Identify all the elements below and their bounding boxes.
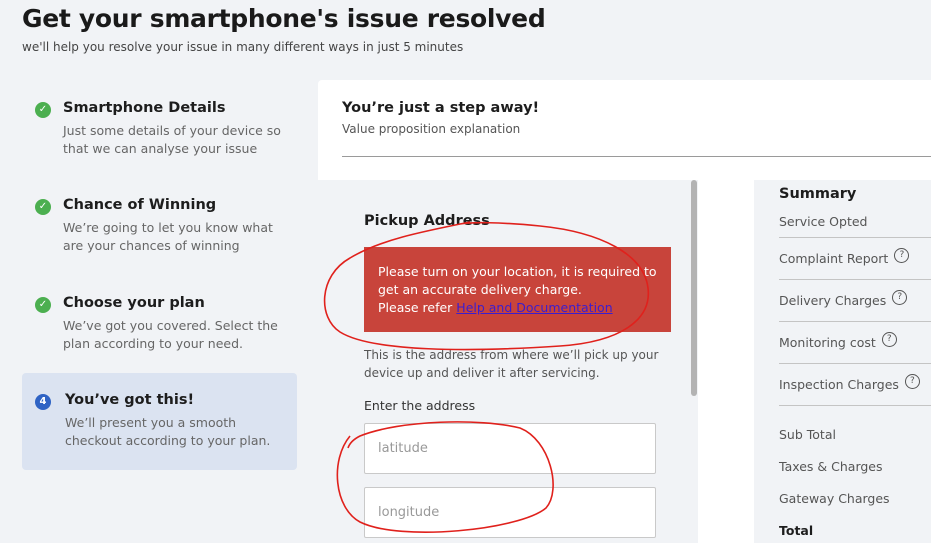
step-title: Smartphone Details	[63, 100, 226, 116]
page-title: Get your smartphone's issue resolved	[22, 4, 546, 33]
summary-title: Summary	[779, 186, 857, 202]
address-description: This is the address from where we’ll pic…	[364, 348, 659, 380]
summary-row-total: Total	[779, 523, 931, 538]
divider	[342, 156, 931, 157]
step-description: We’ve got you covered. Select the plan a…	[63, 318, 278, 351]
check-circle-icon: ✓	[35, 297, 51, 313]
card-title: You’re just a step away!	[342, 100, 540, 116]
summary-row-sub-total: Sub Total	[779, 427, 931, 442]
step-chance-of-winning[interactable]: ✓ Chance of Winning We’re going to let y…	[22, 191, 297, 266]
card-subtitle: Value proposition explanation	[342, 122, 521, 136]
help-documentation-link[interactable]: Help and Documentation	[456, 300, 612, 315]
pickup-address-heading: Pickup Address	[364, 213, 490, 229]
step-title: Choose your plan	[63, 295, 205, 311]
question-circle-icon[interactable]: ?	[881, 332, 897, 347]
summary-row-gateway-charges: Gateway Charges	[779, 491, 931, 506]
summary-row-taxes: Taxes & Charges	[779, 459, 931, 474]
summary-divider	[779, 321, 931, 322]
question-circle-icon[interactable]: ?	[892, 290, 908, 305]
checkout-card: You’re just a step away! Value propositi…	[318, 80, 931, 543]
summary-label: Monitoring cost	[779, 335, 876, 350]
step-description: We’re going to let you know what are you…	[63, 220, 273, 253]
summary-label: Total	[779, 523, 814, 538]
question-circle-icon[interactable]: ?	[894, 248, 910, 263]
order-summary: Summary Service Opted Complaint Report? …	[754, 180, 931, 543]
step-choose-your-plan[interactable]: ✓ Choose your plan We’ve got you covered…	[22, 289, 297, 364]
step-number-badge: 4	[35, 394, 51, 410]
summary-label: Service Opted	[779, 214, 868, 229]
summary-row-service-opted: Service Opted	[779, 214, 931, 229]
summary-label: Complaint Report	[779, 251, 889, 266]
summary-row-monitoring-cost: Monitoring cost?	[779, 332, 931, 350]
step-description: We’ll present you a smooth checkout acco…	[65, 415, 271, 448]
summary-label: Inspection Charges	[779, 377, 899, 392]
address-field-label: Enter the address	[364, 398, 476, 413]
summary-divider	[779, 363, 931, 364]
question-circle-icon[interactable]: ?	[904, 374, 920, 389]
step-smartphone-details[interactable]: ✓ Smartphone Details Just some details o…	[22, 94, 297, 169]
summary-label: Taxes & Charges	[779, 459, 883, 474]
alert-message: Please turn on your location, it is requ…	[378, 264, 657, 297]
summary-row-delivery-charges: Delivery Charges?	[779, 290, 931, 308]
step-youve-got-this[interactable]: 4 You’ve got this! We’ll present you a s…	[22, 373, 297, 470]
summary-divider	[779, 237, 931, 238]
check-circle-icon: ✓	[35, 199, 51, 215]
summary-label: Delivery Charges	[779, 293, 887, 308]
step-title: Chance of Winning	[63, 197, 217, 213]
page-subtitle: we'll help you resolve your issue in man…	[22, 40, 464, 54]
summary-label: Gateway Charges	[779, 491, 890, 506]
scrollbar-thumb[interactable]	[691, 180, 697, 396]
pickup-address-panel: Pickup Address Please turn on your locat…	[318, 180, 698, 543]
longitude-input[interactable]	[364, 487, 656, 538]
step-title: You’ve got this!	[65, 392, 195, 408]
step-description: Just some details of your device so that…	[63, 123, 281, 156]
check-circle-icon: ✓	[35, 102, 51, 118]
latitude-input[interactable]	[364, 423, 656, 474]
location-alert: Please turn on your location, it is requ…	[364, 247, 671, 332]
summary-label: Sub Total	[779, 427, 836, 442]
summary-row-inspection-charges: Inspection Charges?	[779, 374, 931, 392]
summary-divider	[779, 405, 931, 406]
summary-row-complaint-report: Complaint Report?	[779, 248, 931, 266]
summary-divider	[779, 279, 931, 280]
form-scrollbar[interactable]	[690, 180, 698, 543]
alert-refer-text: Please refer	[378, 300, 457, 315]
